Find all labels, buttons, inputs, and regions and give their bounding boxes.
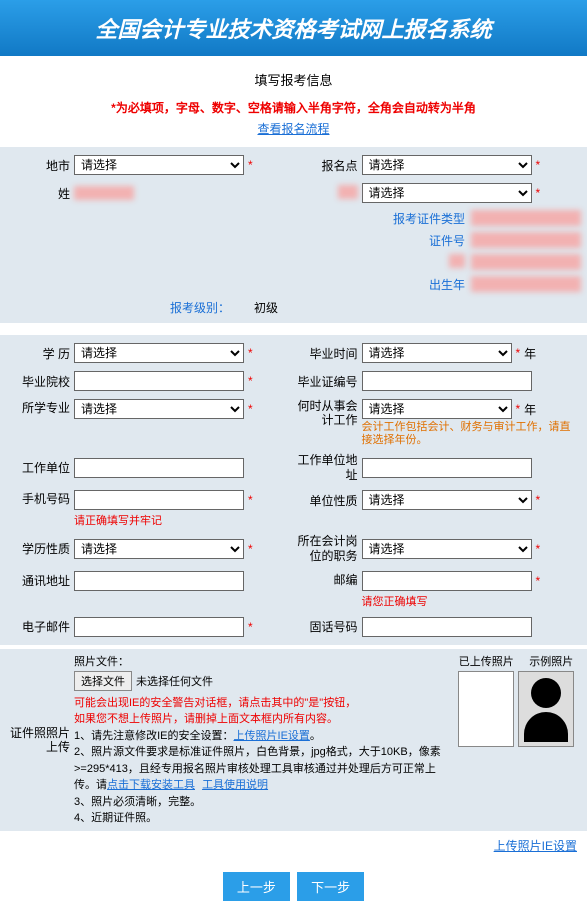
label-tel: 固话号码 [294,618,362,635]
select-work-since[interactable]: 请选择 [362,399,512,419]
required-mark: * [536,158,541,172]
input-phone[interactable] [74,490,244,510]
required-mark: * [536,493,541,507]
required-mark: * [248,542,253,556]
label-grad-time: 毕业时间 [294,345,362,362]
select-edu[interactable]: 请选择 [74,343,244,363]
photo-li4: 4、近期证件照。 [74,810,445,827]
select-unit-nature[interactable]: 请选择 [362,490,532,510]
select-edu-nature[interactable]: 请选择 [74,539,244,559]
select-unknown[interactable]: 请选择 [362,183,532,203]
download-tool-link[interactable]: 点击下载安装工具 [107,779,195,791]
banner-title: 全国会计专业技术资格考试网上报名系统 [95,12,491,44]
input-grad-school[interactable] [74,371,244,391]
photo-block: 证件照照片上传 照片文件： 选择文件 未选择任何文件 可能会出现IE的安全警告对… [0,649,587,831]
required-mark: * [536,186,541,200]
select-exam-point[interactable]: 请选择 [362,155,532,175]
select-grad-time[interactable]: 请选择 [362,343,512,363]
label-edu-nature: 学历性质 [6,540,74,557]
sample-photo-label: 示例照片 [529,653,573,669]
input-grad-cert-no[interactable] [362,371,532,391]
value-cert-type [471,210,581,226]
label-acc-position: 所在会计岗位的职务 [294,534,362,563]
value-blank1 [471,254,581,270]
no-file-text: 未选择任何文件 [136,673,213,689]
label-major: 所学专业 [6,399,74,416]
label-edu: 学 历 [6,345,74,362]
input-tel[interactable] [362,617,532,637]
ie-setting-link-1[interactable]: 上传照片IE设置 [234,730,310,742]
input-unit-addr[interactable] [362,458,532,478]
label-photo-upload: 证件照照片上传 [6,726,74,755]
view-flow-link[interactable]: 查看报名流程 [257,122,329,136]
work-since-hint: 会计工作包括会计、财务与审计工作，请直接选择年份。 [362,421,582,447]
photo-li1: 1、请先注意修改IE的安全设置：上传照片IE设置。 [74,728,445,745]
label-unknown [294,185,362,202]
label-birth-year: 出生年 [429,276,465,293]
year-suffix: 年 [524,345,536,362]
required-mark: * [516,346,521,360]
label-blank1 [449,254,465,271]
input-postcode[interactable] [362,571,532,591]
input-email[interactable] [74,617,244,637]
label-email: 电子邮件 [6,618,74,635]
label-postcode: 邮编 [294,571,362,588]
label-exam-point: 报名点 [294,157,362,174]
prev-button[interactable]: 上一步 [223,872,290,901]
label-work-unit: 工作单位 [6,459,74,476]
label-contact-addr: 通讯地址 [6,572,74,589]
next-button[interactable]: 下一步 [297,872,364,901]
select-major[interactable]: 请选择 [74,399,244,419]
avatar-head-icon [531,678,561,708]
label-unit-addr: 工作单位地址 [294,453,362,482]
phone-hint: 请正确填写并牢记 [74,512,162,528]
form-block-2: 学 历 请选择 * 毕业时间 请选择 * 年 毕业院校 * [0,335,587,645]
required-notice: *为必填项，字母、数字、空格请输入半角字符，全角会自动转为半角 [0,99,587,116]
ie-setting-link-2[interactable]: 上传照片IE设置 [494,839,577,853]
photo-li3: 3、照片必须清晰，完整。 [74,794,445,811]
avatar-body-icon [524,712,568,742]
label-city: 地市 [6,157,74,174]
postcode-hint: 请您正确填写 [362,593,428,609]
photo-warn1: 可能会出现IE的安全警告对话框，请点击其中的"是"按钮， [74,695,445,712]
choose-file-button[interactable]: 选择文件 [74,671,132,691]
section-title: 填写报考信息 [0,56,587,99]
label-cert-no: 证件号 [429,232,465,249]
input-work-unit[interactable] [74,458,244,478]
sample-photo-box [518,671,574,747]
uploaded-photo-box [458,671,514,747]
input-contact-addr[interactable] [74,571,244,591]
required-mark: * [248,158,253,172]
label-phone: 手机号码 [6,490,74,507]
redacted [74,186,134,200]
required-mark: * [248,374,253,388]
photo-file-label: 照片文件： [74,653,445,669]
value-exam-level: 初级 [254,299,278,316]
required-mark: * [248,402,253,416]
label-work-since: 何时从事会计工作 [294,399,362,428]
label-exam-level: 报考级别： [6,299,254,316]
select-city[interactable]: 请选择 [74,155,244,175]
label-grad-cert-no: 毕业证编号 [294,373,362,390]
required-mark: * [248,346,253,360]
tool-manual-link[interactable]: 工具使用说明 [202,779,268,791]
required-mark: * [516,402,521,416]
required-mark: * [536,574,541,588]
year-suffix: 年 [524,401,536,418]
value-cert-no [471,232,581,248]
photo-li2: 2、照片源文件要求是标准证件照片，白色背景，jpg格式，大于10KB，像素>=2… [74,744,445,794]
select-acc-position[interactable]: 请选择 [362,539,532,559]
required-mark: * [248,620,253,634]
uploaded-photo-label: 已上传照片 [459,653,514,669]
photo-warn2: 如果您不想上传照片，请删掉上面文本框内所有内容。 [74,711,445,728]
value-birth-year [471,276,581,292]
required-mark: * [536,542,541,556]
page-banner: 全国会计专业技术资格考试网上报名系统 [0,0,587,56]
label-cert-type: 报考证件类型 [393,210,465,227]
form-block-1: 地市 请选择 * 报名点 请选择 * 姓 [0,147,587,323]
label-name: 姓 [6,185,74,202]
label-unit-nature: 单位性质 [294,492,362,509]
required-mark: * [248,493,253,507]
label-grad-school: 毕业院校 [6,373,74,390]
